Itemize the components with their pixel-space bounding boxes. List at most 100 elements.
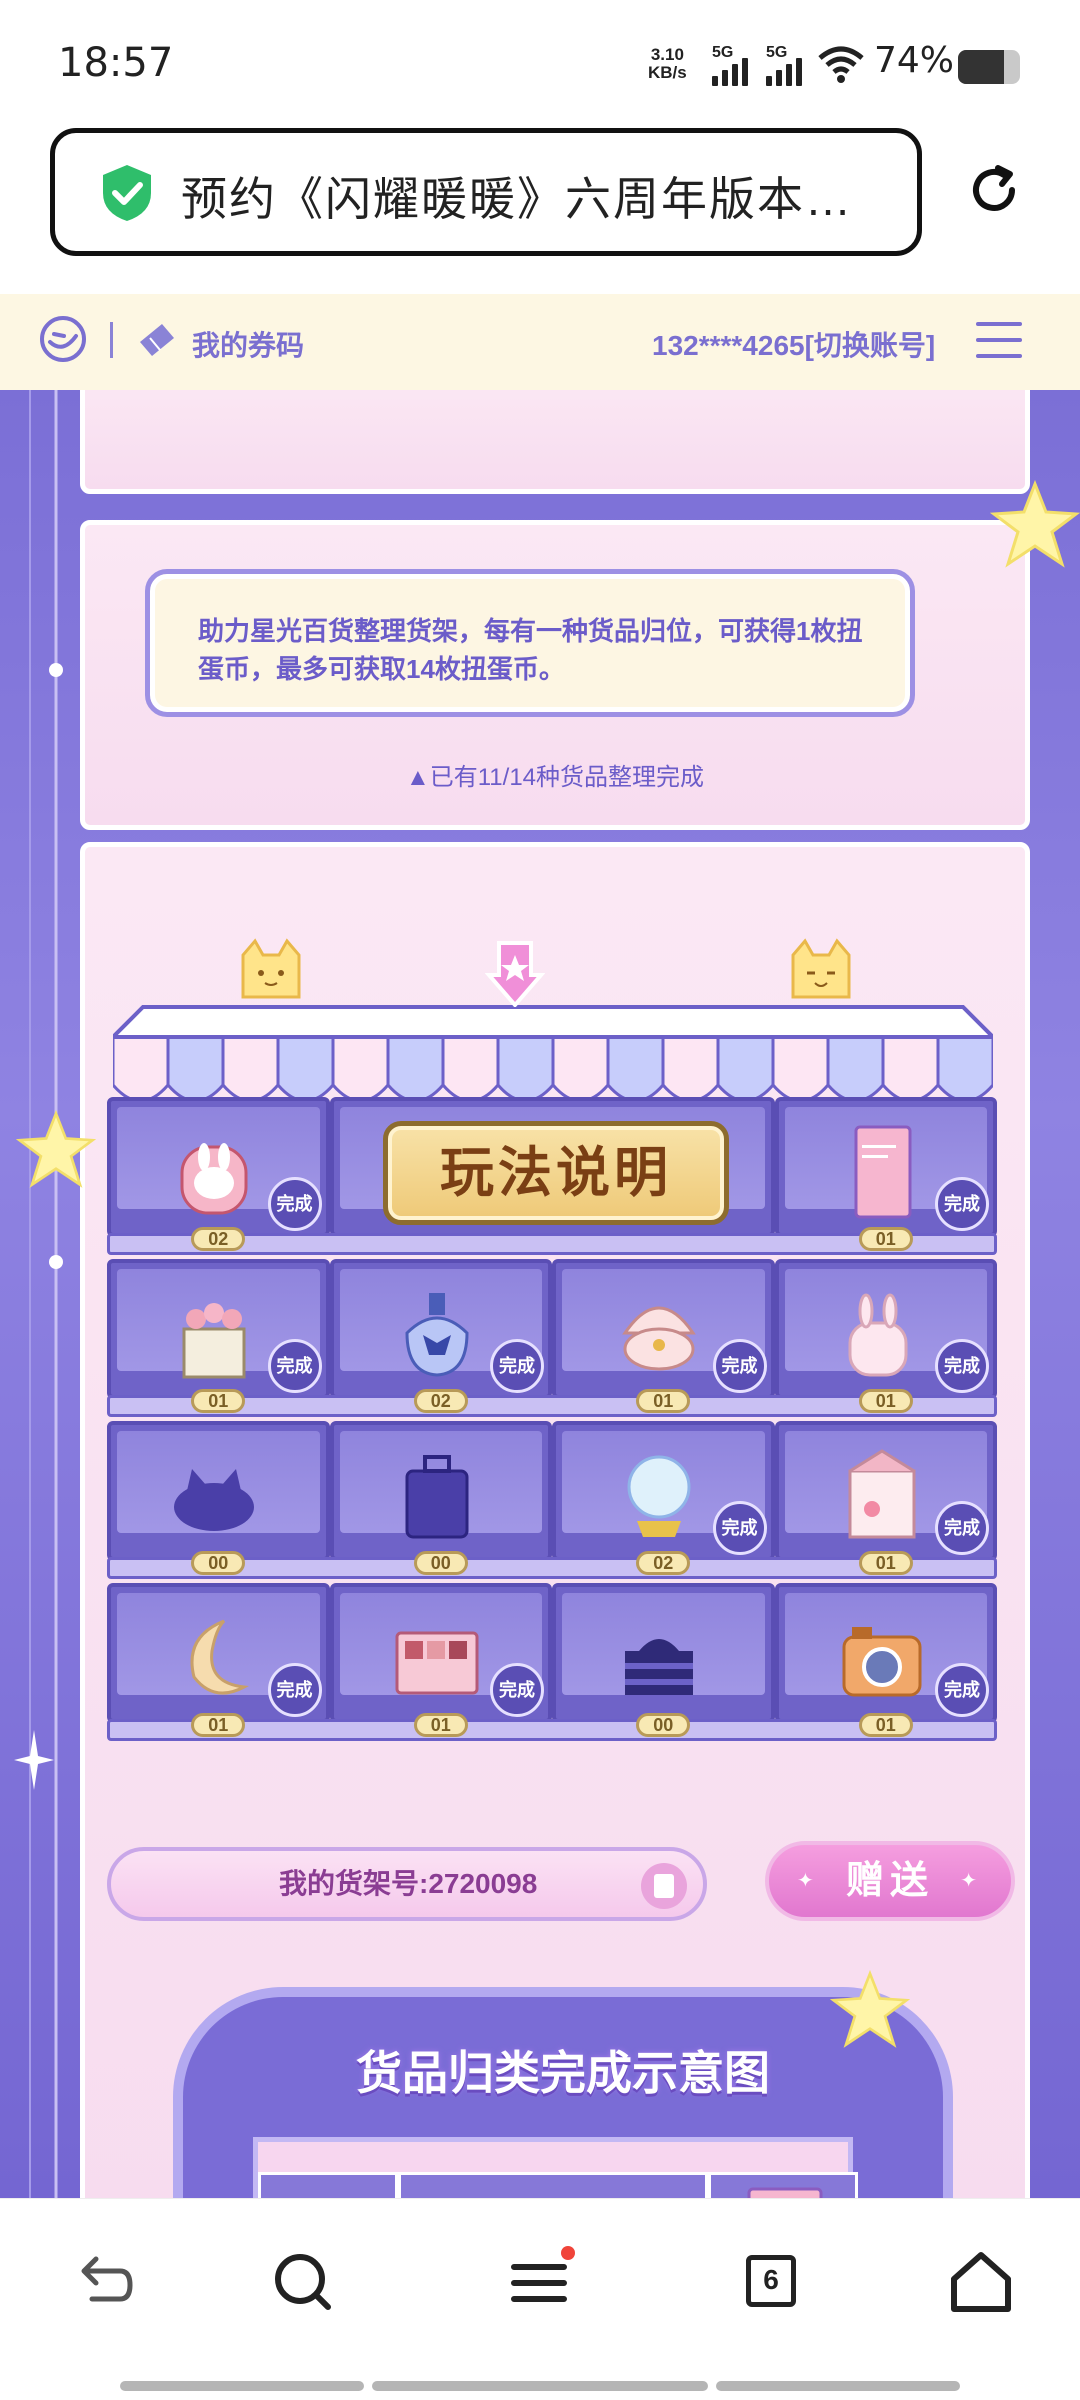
shelf-cell-crystal-ball[interactable]: 完成: [552, 1421, 775, 1561]
switch-account-link[interactable]: 132****4265[切换账号]: [652, 324, 935, 364]
back-icon[interactable]: [66, 2245, 140, 2319]
photo-album-icon: [747, 2187, 823, 2198]
signal-icon: 5G: [712, 44, 756, 86]
item-count: 02: [636, 1551, 691, 1575]
menu-button[interactable]: [976, 322, 1022, 362]
diagram-grid: [253, 2137, 858, 2198]
done-badge: 完成: [935, 1339, 989, 1393]
sparkle-decoration: [14, 1730, 54, 1790]
item-count: 00: [191, 1551, 246, 1575]
shelf-cell-shell-ring-box[interactable]: 完成: [552, 1259, 775, 1399]
shelf-cell-flower-basket[interactable]: 完成: [107, 1259, 330, 1399]
done-badge: 完成: [267, 1339, 322, 1393]
signal-icon-2: 5G: [766, 44, 810, 86]
star-decoration-2: [16, 1110, 96, 1188]
shelf-row: 完成 完成 00 00 02 01: [107, 1421, 997, 1583]
shelf-cell-bunny-mug[interactable]: 完成: [774, 1259, 997, 1399]
done-badge: 完成: [267, 1177, 322, 1231]
item-count: 01: [858, 1227, 913, 1251]
done-badge: 完成: [712, 1501, 767, 1555]
menu-icon[interactable]: [502, 2245, 576, 2319]
item-count: 01: [191, 1713, 246, 1737]
item-count: 01: [858, 1551, 913, 1575]
sparkle-icon: ✦: [797, 1870, 820, 1892]
pin-marker-icon: [485, 941, 545, 1007]
shelf-cell-eyeshadow-palette[interactable]: 完成: [329, 1583, 552, 1723]
diagram-cell: [258, 2172, 398, 2198]
moon-pillow-icon: [190, 1619, 250, 1695]
shelf-cell-milk-carton[interactable]: 完成: [774, 1421, 997, 1561]
item-count: 00: [413, 1551, 468, 1575]
search-icon[interactable]: [266, 2245, 340, 2319]
item-count: 01: [413, 1713, 468, 1737]
top-panel: [80, 390, 1030, 494]
tabs-button[interactable]: 6: [736, 2245, 810, 2319]
my-codes-link[interactable]: 我的券码: [192, 324, 304, 364]
shelf-cell-cat-beret[interactable]: [107, 1421, 330, 1561]
awning-stripe: [166, 1035, 225, 1103]
gift-button[interactable]: ✦ 赠送 ✦: [765, 1841, 1015, 1921]
battery-percent: 74%: [874, 40, 955, 81]
shelf-cell-cake[interactable]: [552, 1583, 775, 1723]
copy-icon: [654, 1874, 674, 1898]
rules-button[interactable]: 玩法说明: [383, 1121, 729, 1225]
cat-beret-icon: [174, 1469, 255, 1531]
browser-nav-bar: 6: [0, 2198, 1080, 2400]
gesture-bar-2: [372, 2381, 708, 2391]
shelf-cell-camera[interactable]: 完成: [774, 1583, 997, 1723]
item-count: 01: [858, 1713, 913, 1737]
bunny-backpack-icon: [180, 1143, 248, 1215]
star-decoration: [990, 480, 1080, 568]
shelf-cell-moon-pillow[interactable]: 完成: [107, 1583, 330, 1723]
diagram-cell: [708, 2172, 858, 2198]
cat-decoration-right: [791, 938, 851, 999]
milk-carton-icon: [848, 1449, 916, 1539]
awning-stripe: [551, 1035, 610, 1103]
shelf-row: 完成 完成 完成 01 01 00 01: [107, 1583, 997, 1745]
shelf-cell-suitcase[interactable]: [329, 1421, 552, 1561]
perfume-bottle-icon: [405, 1293, 469, 1377]
battery-fill: [958, 50, 1004, 84]
awning-stripe: [716, 1035, 775, 1103]
site-header: 我的券码 132****4265[切换账号]: [0, 294, 1080, 390]
clock: 18:57: [58, 40, 174, 86]
ticket-icon[interactable]: [136, 320, 178, 360]
awning-stripe: [661, 1035, 720, 1103]
bunny-backpack-icon: [271, 2185, 391, 2198]
logo-icon[interactable]: [38, 314, 88, 364]
shelf-cell-photo-album[interactable]: 完成: [774, 1097, 997, 1237]
shelf-cell-perfume-bottle[interactable]: 完成: [329, 1259, 552, 1399]
bunny-mug-icon: [848, 1293, 908, 1377]
done-badge: 完成: [935, 1177, 989, 1231]
shelf-id-text: 我的货架号:2720098: [279, 1868, 538, 1899]
shelf-cell-wide: 玩法说明: [329, 1097, 775, 1237]
status-bar: 18:57 3.10 KB/s 5G 5G 74%: [0, 0, 1080, 130]
page-title: 预约《闪耀暖暖》六周年版本…: [181, 173, 853, 225]
flower-basket-icon: [182, 1303, 246, 1379]
shelf-cell-bunny-backpack[interactable]: 完成: [107, 1097, 330, 1237]
info-panel: 助力星光百货整理货架，每有一种货品归位，可获得1枚扭蛋币，最多可获取14枚扭蛋币…: [80, 520, 1030, 830]
shell-ring-box-icon: [622, 1306, 697, 1371]
shelf-row: 完成 玩法说明 完成 02 01: [107, 1097, 997, 1259]
crystal-ball-icon: [627, 1455, 691, 1537]
suitcase-icon: [405, 1455, 469, 1539]
home-icon[interactable]: [944, 2245, 1018, 2319]
cat-decoration-left: [241, 938, 301, 999]
network-speed: 3.10 KB/s: [648, 46, 687, 82]
gesture-bar-3: [716, 2381, 960, 2391]
address-bar[interactable]: 预约《闪耀暖暖》六周年版本…: [50, 128, 922, 256]
done-badge: 完成: [267, 1663, 322, 1717]
camera-icon: [842, 1627, 922, 1697]
awning-stripe: [826, 1035, 885, 1103]
progress-value: 已有11/14种货品整理完成: [429, 764, 705, 791]
reload-icon[interactable]: [964, 160, 1024, 220]
awning-stripe: [113, 1035, 170, 1103]
awning-stripe: [606, 1035, 665, 1103]
item-count: 00: [636, 1713, 691, 1737]
notice-text: 助力星光百货整理货架，每有一种货品归位，可获得1枚扭蛋币，最多可获取14枚扭蛋币…: [198, 616, 863, 684]
awning-stripe: [771, 1035, 830, 1103]
copy-button[interactable]: [641, 1863, 687, 1909]
tab-count: 6: [746, 2255, 796, 2307]
awning-stripe: [441, 1035, 500, 1103]
item-count: 01: [858, 1389, 913, 1413]
